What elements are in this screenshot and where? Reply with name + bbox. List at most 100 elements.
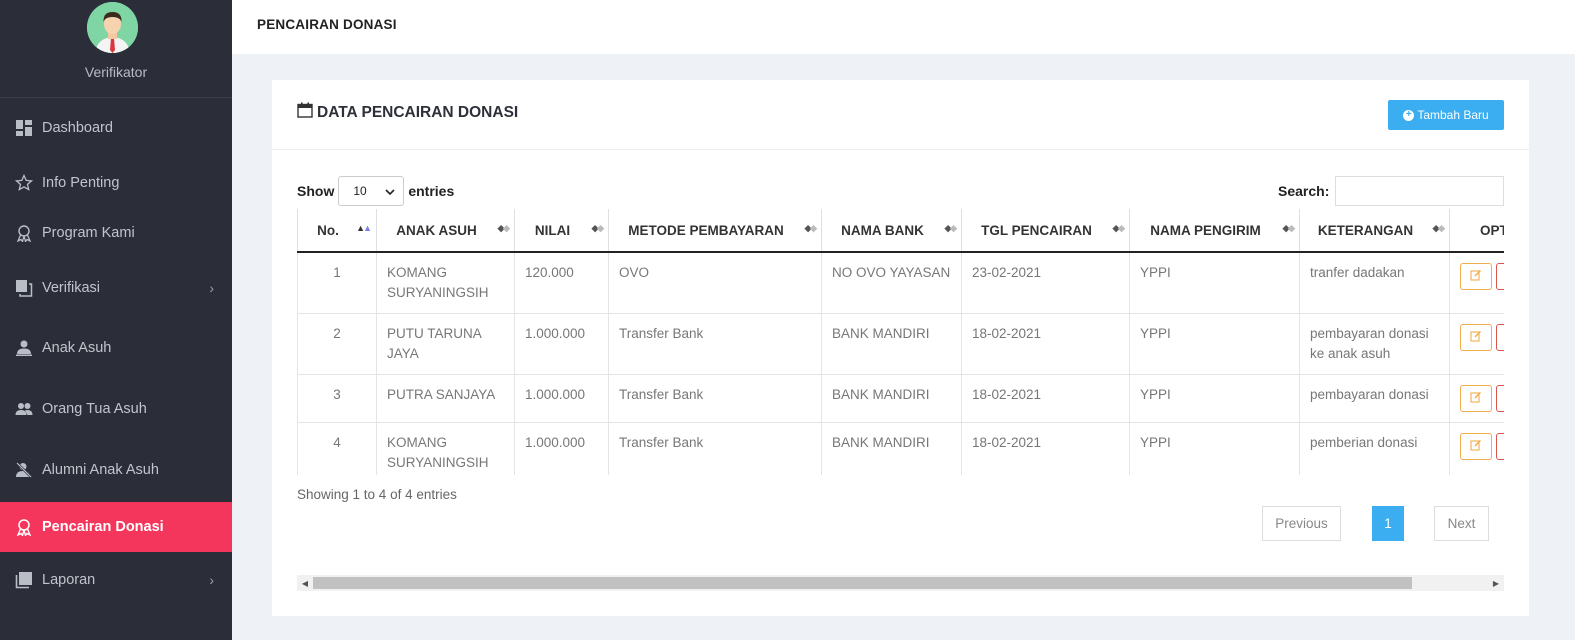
cell-tgl: 18-02-2021 [961, 313, 1130, 375]
entries-length-control: Show 10 entries [297, 176, 454, 206]
sort-icon: ◆ ◆ [1282, 223, 1295, 233]
cell-anak-asuh: KOMANG SURYANINGSIH [376, 422, 515, 475]
star-icon [14, 173, 34, 193]
delete-button[interactable] [1496, 263, 1504, 290]
edit-icon [1470, 328, 1482, 348]
sidebar-item-alumni-anak-asuh[interactable]: Alumni Anak Asuh [0, 445, 232, 495]
show-label: Show [297, 183, 335, 199]
page-title: PENCAIRAN DONASI [257, 17, 397, 32]
sidebar-item-anak-asuh[interactable]: Anak Asuh [0, 323, 232, 373]
search-input[interactable] [1335, 176, 1505, 206]
cell-pengirim: YPPI [1129, 251, 1300, 314]
award-icon [14, 517, 34, 537]
edit-button[interactable] [1460, 385, 1492, 412]
next-page-button[interactable]: Next [1434, 506, 1489, 541]
cell-anak-asuh: PUTRA SANJAYA [376, 374, 515, 423]
cell-bank: BANK MANDIRI [821, 374, 962, 423]
dashboard-icon [14, 118, 34, 138]
cell-bank: NO OVO YAYASAN [821, 251, 962, 314]
table-info: Showing 1 to 4 of 4 entries [297, 487, 457, 502]
previous-page-button[interactable]: Previous [1262, 506, 1341, 541]
sidebar-item-program-kami[interactable]: Program Kami [0, 208, 232, 258]
donation-table: No. ▲▲ ANAK ASUH ◆ ◆ NILAI ◆ ◆ METODE PEMBA… [297, 209, 1504, 475]
sidebar-item-pencairan-donasi[interactable]: Pencairan Donasi [0, 502, 232, 552]
sidebar-item-dashboard[interactable]: Dashboard [0, 103, 232, 153]
cell-pengirim: YPPI [1129, 374, 1300, 423]
scroll-left-icon[interactable]: ◀ [297, 575, 313, 591]
scrollbar-thumb[interactable] [313, 577, 1412, 589]
horizontal-scrollbar[interactable]: ◀ ▶ [297, 575, 1504, 591]
chevron-down-icon [385, 184, 395, 198]
scroll-right-icon[interactable]: ▶ [1488, 575, 1504, 591]
sidebar-item-label: Program Kami [42, 225, 135, 241]
cell-tgl: 18-02-2021 [961, 422, 1130, 475]
table-row: 2 PUTU TARUNA JAYA 1.000.000 Transfer Ba… [297, 313, 1504, 375]
column-header[interactable]: METODE PEMBAYARAN ◆ ◆ [608, 209, 822, 253]
cell-pengirim: YPPI [1129, 313, 1300, 375]
sort-icon: ◆ ◆ [944, 223, 957, 233]
cell-options [1449, 313, 1504, 375]
column-header[interactable]: KETERANGAN ◆ ◆ [1299, 209, 1450, 253]
page-button-current[interactable]: 1 [1372, 506, 1404, 541]
edit-button[interactable] [1460, 324, 1492, 351]
user-icon [14, 338, 34, 358]
sort-asc-icon: ▲▲ [356, 223, 372, 233]
cell-options [1449, 374, 1504, 423]
sidebar-item-info-penting[interactable]: Info Penting [0, 158, 232, 208]
sidebar-item-orang-tua-asuh[interactable]: Orang Tua Asuh [0, 384, 232, 434]
cell-tgl: 18-02-2021 [961, 374, 1130, 423]
plus-circle-icon: + [1403, 109, 1415, 121]
user-off-icon [14, 460, 34, 480]
table-row: 4 KOMANG SURYANINGSIH 1.000.000 Transfer… [297, 422, 1504, 475]
edit-button[interactable] [1460, 263, 1492, 290]
edit-icon [1470, 437, 1482, 457]
entries-label: entries [408, 183, 455, 199]
table-row: 3 PUTRA SANJAYA 1.000.000 Transfer Bank … [297, 374, 1504, 423]
data-card: DATA PENCAIRAN DONASI + Tambah Baru Show… [272, 80, 1529, 616]
users-icon [14, 399, 34, 419]
cell-keterangan: pembayaran donasi ke anak asuh [1299, 313, 1450, 375]
delete-button[interactable] [1496, 385, 1504, 412]
sort-icon: ◆ ◆ [1432, 223, 1445, 233]
sort-icon: ◆ ◆ [804, 223, 817, 233]
column-header[interactable]: NAMA BANK ◆ ◆ [821, 209, 962, 253]
sidebar-item-label: Info Penting [42, 175, 120, 191]
cell-nilai: 1.000.000 [514, 374, 609, 423]
entries-select[interactable]: 10 [338, 176, 405, 206]
cell-nilai: 1.000.000 [514, 422, 609, 475]
sidebar-profile: Verifikator [0, 0, 232, 98]
column-header[interactable]: NILAI ◆ ◆ [514, 209, 609, 253]
delete-button[interactable] [1496, 324, 1504, 351]
column-header[interactable]: NAMA PENGIRIM ◆ ◆ [1129, 209, 1300, 253]
edit-button[interactable] [1460, 433, 1492, 460]
sidebar-item-verifikasi[interactable]: Verifikasi › [0, 263, 232, 313]
column-header[interactable]: ANAK ASUH ◆ ◆ [376, 209, 515, 253]
column-header[interactable]: TGL PENCAIRAN ◆ ◆ [961, 209, 1130, 253]
sort-icon: ◆ ◆ [1112, 223, 1125, 233]
chevron-right-icon: › [209, 280, 214, 296]
sort-icon: ◆ ◆ [591, 223, 604, 233]
delete-button[interactable] [1496, 433, 1504, 460]
cell-keterangan: pemberian donasi [1299, 422, 1450, 475]
table-scroll-area: No. ▲▲ ANAK ASUH ◆ ◆ NILAI ◆ ◆ METODE PEMBA… [297, 209, 1504, 475]
sidebar-item-label: Anak Asuh [42, 340, 112, 356]
award-icon [14, 223, 34, 243]
card-header: DATA PENCAIRAN DONASI + Tambah Baru [272, 80, 1529, 150]
sort-icon: ◆ ◆ [497, 223, 510, 233]
sidebar-item-label: Laporan [42, 572, 96, 588]
sidebar-item-label: Verifikasi [42, 280, 101, 296]
search-control: Search: [1278, 176, 1505, 206]
chevron-right-icon: › [209, 572, 214, 588]
cell-nilai: 120.000 [514, 251, 609, 314]
sidebar-item-label: Alumni Anak Asuh [42, 462, 159, 478]
cell-bank: BANK MANDIRI [821, 422, 962, 475]
search-label: Search: [1278, 183, 1330, 199]
cell-metode: Transfer Bank [608, 374, 822, 423]
add-new-button[interactable]: + Tambah Baru [1388, 100, 1504, 130]
column-header[interactable]: No. ▲▲ [297, 209, 377, 253]
sidebar-item-laporan[interactable]: Laporan › [0, 555, 232, 605]
cell-nilai: 1.000.000 [514, 313, 609, 375]
cell-metode: Transfer Bank [608, 313, 822, 375]
cell-anak-asuh: PUTU TARUNA JAYA [376, 313, 515, 375]
top-bar: PENCAIRAN DONASI [232, 0, 1575, 54]
